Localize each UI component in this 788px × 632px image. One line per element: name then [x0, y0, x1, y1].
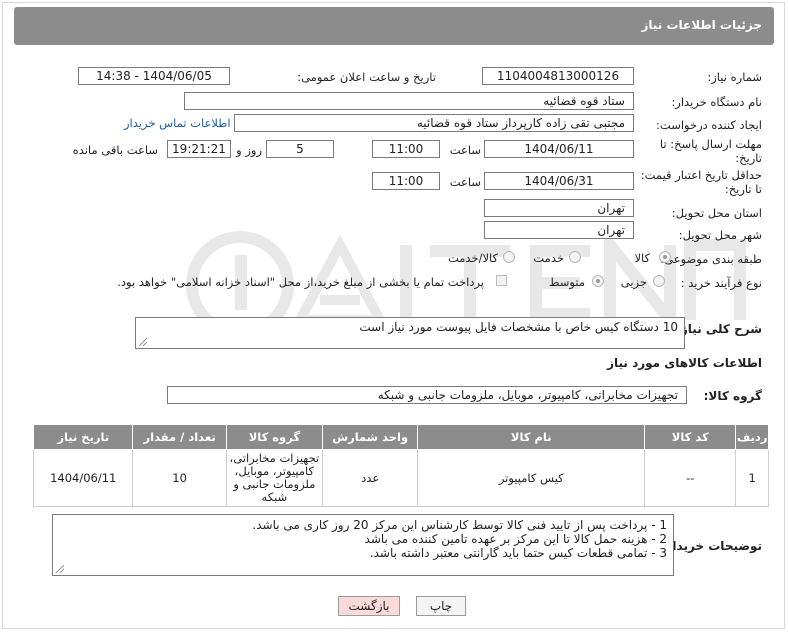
cell-unit: عدد — [322, 449, 419, 507]
page-title: جزئیات اطلاعات نیاز — [641, 18, 762, 32]
buyer-notes-label: توضیحات خریدار: — [660, 539, 762, 553]
table-row[interactable]: 1 -- کیس کامپیوتر عدد تجهیزات مخابراتی، … — [32, 449, 769, 507]
validity-hour-label: ساعت — [449, 175, 481, 189]
resize-grip-icon[interactable] — [56, 565, 64, 573]
process-radio-partial[interactable] — [653, 275, 665, 287]
col-row-number: ردیف — [735, 424, 769, 450]
validity-label-date: تا تاریخ: — [724, 182, 762, 196]
announce-date-label: تاریخ و ساعت اعلان عمومی: — [297, 70, 436, 84]
col-need-date: تاریخ نیاز — [32, 424, 134, 450]
province-label: استان محل تحویل: — [671, 206, 762, 220]
col-item-name: نام کالا — [417, 424, 646, 450]
process-radio-medium[interactable] — [592, 275, 604, 287]
treasury-payment-checkbox[interactable] — [496, 275, 507, 286]
col-item-code: کد کالا — [644, 424, 737, 450]
remaining-time-field[interactable]: 19:21:21 — [167, 140, 231, 158]
category-radio-goods[interactable] — [659, 251, 671, 263]
buyer-org-label: نام دستگاه خریدار: — [671, 95, 762, 109]
creator-field[interactable]: مجتبی تقی زاده کارپرداز ستاد قوه قضائیه — [234, 114, 634, 132]
days-label: روز و — [236, 143, 262, 157]
description-text: 10 دستگاه کیس خاص با مشخصات فایل پیوست م… — [359, 320, 678, 334]
buyer-note-line-2: 2 - هزینه حمل کالا تا این مرکز بر عهده ت… — [364, 532, 667, 546]
goods-section-title: اطلاعات کالاهای مورد نیاز — [607, 356, 762, 370]
category-option-service: خدمت — [533, 251, 564, 265]
cell-item-group: تجهیزات مخابراتی، کامپیوتر، موبایل، ملزو… — [225, 449, 324, 507]
deadline-label-date: تاریخ: — [735, 151, 762, 165]
category-radio-goods-service[interactable] — [503, 251, 515, 263]
process-label: نوع فرآیند خرید : — [680, 276, 762, 290]
need-number-label: شماره نیاز: — [707, 70, 762, 84]
treasury-payment-note: پرداخت تمام یا بخشی از مبلغ خرید،از محل … — [117, 275, 484, 289]
process-option-medium: متوسط — [548, 275, 585, 289]
province-field[interactable]: تهران — [484, 199, 634, 217]
buyer-notes-textarea[interactable]: 1 - پرداخت پس از تایید فنی کالا توسط کار… — [52, 514, 674, 576]
buyer-note-line-3: 3 - تمامی قطعات کیس حتما باید گارانتی مع… — [369, 546, 667, 560]
cell-item-name: کیس کامپیوتر — [417, 449, 646, 507]
header-bar: جزئیات اطلاعات نیاز — [14, 7, 774, 45]
buyer-contact-link[interactable]: اطلاعات تماس خریدار — [124, 116, 231, 130]
cell-row-number: 1 — [735, 449, 769, 507]
validity-label: حداقل تاریخ اعتبار قیمت: — [640, 168, 762, 182]
city-field[interactable]: تهران — [484, 221, 634, 239]
col-quantity: تعداد / مقدار — [132, 424, 227, 450]
category-label: طبقه بندی موضوعی: — [660, 252, 762, 266]
validity-date-field[interactable]: 1404/06/31 — [484, 172, 634, 190]
cell-item-code: -- — [644, 449, 737, 507]
city-label: شهر محل تحویل: — [678, 228, 762, 242]
category-radio-service[interactable] — [569, 251, 581, 263]
buyer-org-field[interactable]: ستاد قوه قضائیه — [184, 92, 634, 110]
goods-table: ردیف کد کالا نام کالا واحد شمارش گروه کا… — [32, 424, 769, 507]
description-textarea[interactable]: 10 دستگاه کیس خاص با مشخصات فایل پیوست م… — [135, 317, 685, 349]
deadline-time-field[interactable]: 11:00 — [372, 140, 440, 158]
category-option-goods: کالا — [634, 251, 650, 265]
category-option-goods-service: کالا/خدمت — [447, 251, 498, 265]
goods-group-field[interactable]: تجهیزات مخابراتی، کامپیوتر، موبایل، ملزو… — [167, 386, 687, 404]
deadline-hour-label: ساعت — [449, 143, 481, 157]
col-unit: واحد شمارش — [322, 424, 419, 450]
cell-quantity: 10 — [132, 449, 227, 507]
deadline-date-field[interactable]: 1404/06/11 — [484, 140, 634, 158]
announce-date-field[interactable]: 1404/06/05 - 14:38 — [78, 67, 230, 85]
col-item-group: گروه کالا — [225, 424, 324, 450]
need-number-field[interactable]: 1104004813000126 — [482, 67, 634, 85]
days-field[interactable]: 5 — [266, 140, 334, 158]
goods-group-label: گروه کالا: — [703, 389, 762, 403]
resize-grip-icon[interactable] — [139, 338, 147, 346]
buyer-note-line-1: 1 - پرداخت پس از تایید فنی کالا توسط کار… — [252, 518, 667, 532]
cell-need-date: 1404/06/11 — [32, 449, 134, 507]
description-label: شرح کلی نیاز: — [676, 322, 762, 336]
back-button[interactable]: بازگشت — [338, 596, 400, 616]
creator-label: ایجاد کننده درخواست: — [656, 118, 762, 132]
print-button[interactable]: چاپ — [416, 596, 466, 616]
remaining-label: ساعت باقی مانده — [72, 143, 158, 157]
validity-time-field[interactable]: 11:00 — [372, 172, 440, 190]
deadline-label: مهلت ارسال پاسخ: تا — [659, 137, 762, 151]
process-option-partial: جزیی — [620, 275, 647, 289]
